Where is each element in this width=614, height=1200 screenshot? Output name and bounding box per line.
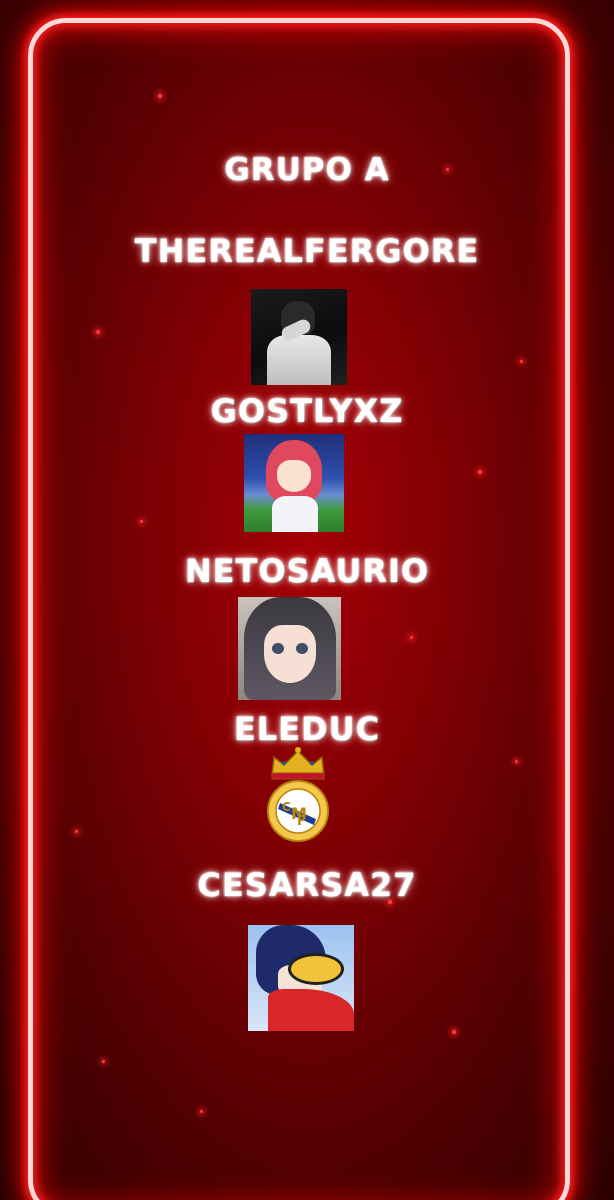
crest-svg: M F C [267, 747, 329, 842]
player-avatar [238, 597, 341, 700]
player-name: CESARSA27 [197, 866, 417, 904]
player-avatar [244, 434, 344, 532]
player-name: NETOSAURIO [184, 552, 430, 590]
svg-text:F: F [297, 814, 306, 829]
player-avatar [248, 925, 354, 1031]
player-name: THEREALFERGORE [134, 232, 480, 270]
player-avatar [251, 289, 347, 385]
player-name: GOSTLYXZ [210, 392, 404, 430]
group-title: GRUPO A [224, 152, 390, 188]
poster-canvas: GRUPO A THEREALFERGORE GOSTLYXZ NETOSAUR… [0, 0, 614, 1200]
player-name: ELEDUC [233, 710, 381, 748]
svg-text:C: C [282, 800, 291, 814]
real-madrid-crest-icon: M F C [258, 745, 338, 845]
